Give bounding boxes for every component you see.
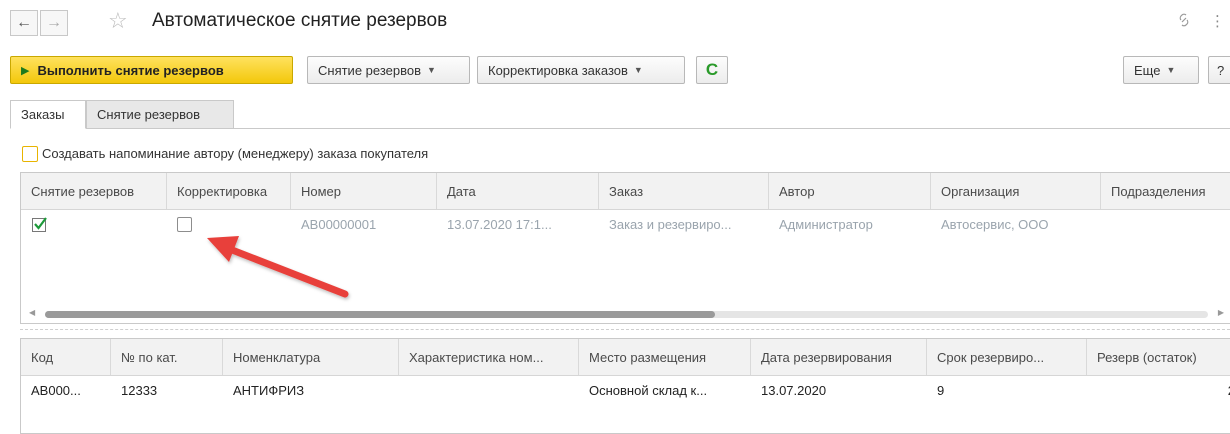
column-header[interactable]: Корректировка bbox=[167, 173, 291, 209]
column-header[interactable]: Срок резервиро... bbox=[927, 339, 1087, 375]
column-header[interactable]: Номер bbox=[291, 173, 437, 209]
help-button[interactable]: ? bbox=[1208, 56, 1230, 84]
column-header[interactable]: Заказ bbox=[599, 173, 769, 209]
more-button[interactable]: Еще ▼ bbox=[1123, 56, 1199, 84]
catalog-number-cell: 12333 bbox=[121, 382, 158, 398]
remove-reserves-dropdown[interactable]: Снятие резервов ▼ bbox=[307, 56, 470, 84]
tab-remove-reserves[interactable]: Снятие резервов bbox=[86, 100, 234, 129]
organization-cell: Автосервис, ООО bbox=[941, 216, 1049, 232]
arrow-left-icon: ← bbox=[16, 14, 32, 31]
column-header[interactable]: Номенклатура bbox=[223, 339, 399, 375]
red-arrow-annotation bbox=[207, 236, 349, 298]
refresh-icon: C bbox=[705, 60, 719, 79]
location-cell: Основной склад к... bbox=[589, 382, 708, 398]
column-header[interactable]: Резерв (остаток) bbox=[1087, 339, 1230, 375]
play-icon: ▶ bbox=[21, 64, 30, 77]
characteristic-cell bbox=[399, 375, 579, 405]
department-cell bbox=[1101, 209, 1230, 239]
reminder-label: Создавать напоминание автору (менеджеру)… bbox=[42, 146, 429, 161]
order-date-cell: 13.07.2020 17:1... bbox=[447, 216, 552, 232]
tab-orders[interactable]: Заказы bbox=[10, 100, 86, 129]
splitter[interactable] bbox=[20, 329, 1230, 330]
tab-remove-reserves-label: Снятие резервов bbox=[97, 107, 201, 122]
column-header[interactable]: Дата bbox=[437, 173, 599, 209]
nomenclature-cell: АНТИФРИЗ bbox=[233, 382, 305, 398]
checkbox-checked-icon[interactable] bbox=[31, 215, 49, 233]
refresh-button[interactable]: C bbox=[696, 56, 728, 84]
chevron-down-icon: ▼ bbox=[633, 65, 643, 75]
reserve-term-cell: 9 bbox=[937, 382, 945, 398]
column-header[interactable]: Организация bbox=[931, 173, 1101, 209]
items-table-header: Код № по кат. Номенклатура Характеристик… bbox=[21, 339, 1230, 376]
scroll-right-icon[interactable]: ▶ bbox=[1218, 308, 1224, 317]
chevron-down-icon: ▼ bbox=[1166, 65, 1176, 75]
forward-button[interactable]: → bbox=[40, 10, 68, 36]
orders-table-header: Снятие резервов Корректировка Номер Дата… bbox=[21, 173, 1230, 210]
column-header[interactable]: Дата резервирования bbox=[751, 339, 927, 375]
order-cell: Заказ и резервиро... bbox=[609, 216, 732, 232]
correction-checkbox[interactable] bbox=[177, 216, 192, 232]
arrow-right-icon: → bbox=[46, 14, 62, 31]
run-label: Выполнить снятие резервов bbox=[37, 62, 224, 78]
code-cell: АВ000... bbox=[31, 382, 81, 398]
more-label: Еще bbox=[1134, 62, 1161, 78]
reserve-date-cell: 13.07.2020 bbox=[761, 382, 827, 398]
column-header[interactable]: Автор bbox=[769, 173, 931, 209]
remove-reserve-cell[interactable] bbox=[21, 209, 167, 239]
items-table[interactable]: Код № по кат. Номенклатура Характеристик… bbox=[20, 338, 1230, 434]
remove-reserves-label: Снятие резервов bbox=[318, 62, 422, 78]
author-cell: Администратор bbox=[779, 216, 873, 232]
help-label: ? bbox=[1217, 62, 1225, 78]
run-remove-reserves-button[interactable]: ▶ Выполнить снятие резервов bbox=[10, 56, 293, 84]
correct-orders-label: Корректировка заказов bbox=[488, 62, 628, 78]
column-header[interactable]: Место размещения bbox=[579, 339, 751, 375]
correct-orders-dropdown[interactable]: Корректировка заказов ▼ bbox=[477, 56, 685, 84]
more-vertical-icon[interactable]: ⋮ bbox=[1210, 12, 1225, 30]
scrollbar-thumb[interactable] bbox=[45, 311, 715, 318]
tab-orders-label: Заказы bbox=[21, 107, 65, 122]
column-header[interactable]: Подразделения bbox=[1101, 173, 1230, 209]
column-header[interactable]: Снятие резервов bbox=[21, 173, 167, 209]
column-header[interactable]: Характеристика ном... bbox=[399, 339, 579, 375]
reminder-checkbox[interactable] bbox=[22, 146, 38, 162]
link-icon[interactable] bbox=[1176, 12, 1192, 33]
column-header[interactable]: Код bbox=[21, 339, 111, 375]
column-header[interactable]: № по кат. bbox=[111, 339, 223, 375]
scroll-left-icon[interactable]: ◀ bbox=[29, 308, 35, 317]
favorite-star-icon[interactable]: ☆ bbox=[108, 8, 128, 34]
page-title: Автоматическое снятие резервов bbox=[152, 10, 448, 31]
back-button[interactable]: ← bbox=[10, 10, 38, 36]
chevron-down-icon: ▼ bbox=[427, 65, 436, 75]
reserve-balance-cell: 2 bbox=[1087, 375, 1230, 405]
